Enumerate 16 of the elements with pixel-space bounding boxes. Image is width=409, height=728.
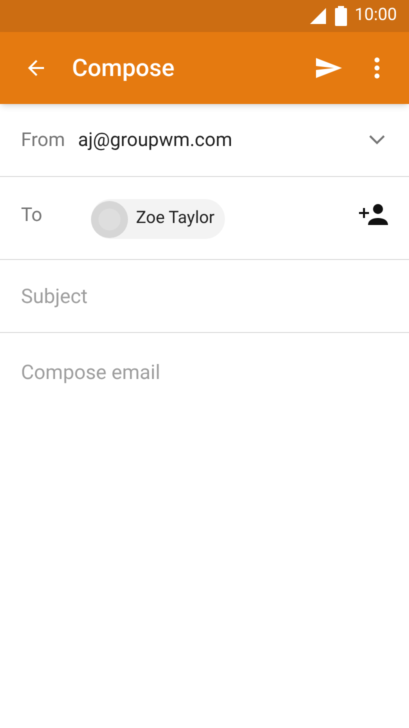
send-icon xyxy=(315,56,343,80)
avatar-icon xyxy=(91,200,128,238)
from-address[interactable]: aj@groupwm.com xyxy=(78,126,369,154)
to-label: To xyxy=(21,202,44,228)
add-person-icon xyxy=(359,203,389,225)
app-bar-title: Compose xyxy=(72,53,176,84)
more-vert-icon xyxy=(374,57,380,79)
signal-icon xyxy=(308,7,327,25)
chevron-down-icon[interactable] xyxy=(369,135,385,145)
subject-field[interactable]: Subject xyxy=(21,281,388,311)
email-body-field[interactable]: Compose email xyxy=(21,357,388,657)
from-label: From xyxy=(21,126,66,153)
battery-icon xyxy=(334,6,347,26)
add-contact-button[interactable] xyxy=(359,203,389,225)
status-time: 10:00 xyxy=(354,4,397,28)
recipient-chip[interactable]: Zoe Taylor xyxy=(91,199,225,239)
